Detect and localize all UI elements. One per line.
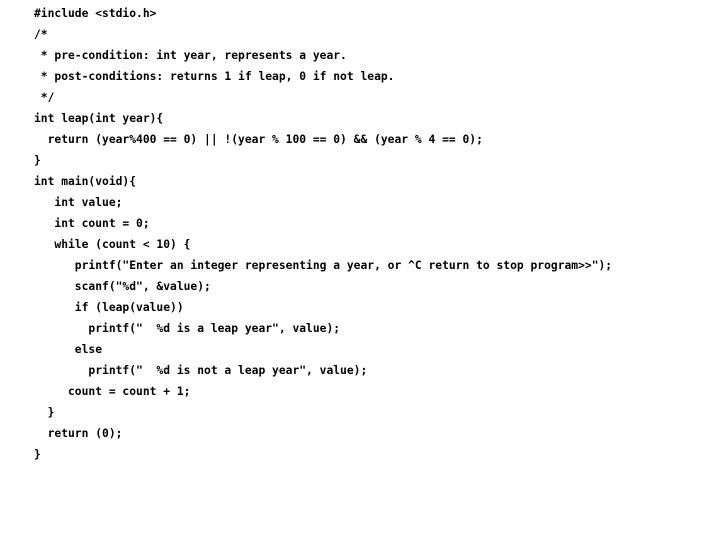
code-line: int main(void){ [34,175,137,188]
code-line: * post-conditions: returns 1 if leap, 0 … [34,70,395,83]
code-line: /* [34,28,48,41]
code-line: else [34,343,103,356]
code-line: while (count < 10) { [34,238,191,251]
code-line: #include <stdio.h> [34,7,157,20]
code-line: scanf("%d", &value); [34,280,211,293]
code-listing: #include <stdio.h> /* * pre-condition: in… [34,3,612,465]
code-line: printf(" %d is a leap year", value); [34,322,341,335]
code-line: } [34,154,41,167]
code-line: printf(" %d is not a leap year", value); [34,364,368,377]
code-line: } [34,448,41,461]
code-line: printf("Enter an integer representing a … [34,259,613,272]
code-line: } [34,406,55,419]
code-line: count = count + 1; [34,385,191,398]
code-line: * pre-condition: int year, represents a … [34,49,347,62]
code-line: if (leap(value)) [34,301,184,314]
code-line: int value; [34,196,123,209]
code-line: return (year%400 == 0) || !(year % 100 =… [34,133,483,146]
code-line: int leap(int year){ [34,112,164,125]
code-line: */ [34,91,55,104]
code-line: int count = 0; [34,217,150,230]
code-line: return (0); [34,427,123,440]
code-page: #include <stdio.h> /* * pre-condition: in… [0,0,720,540]
